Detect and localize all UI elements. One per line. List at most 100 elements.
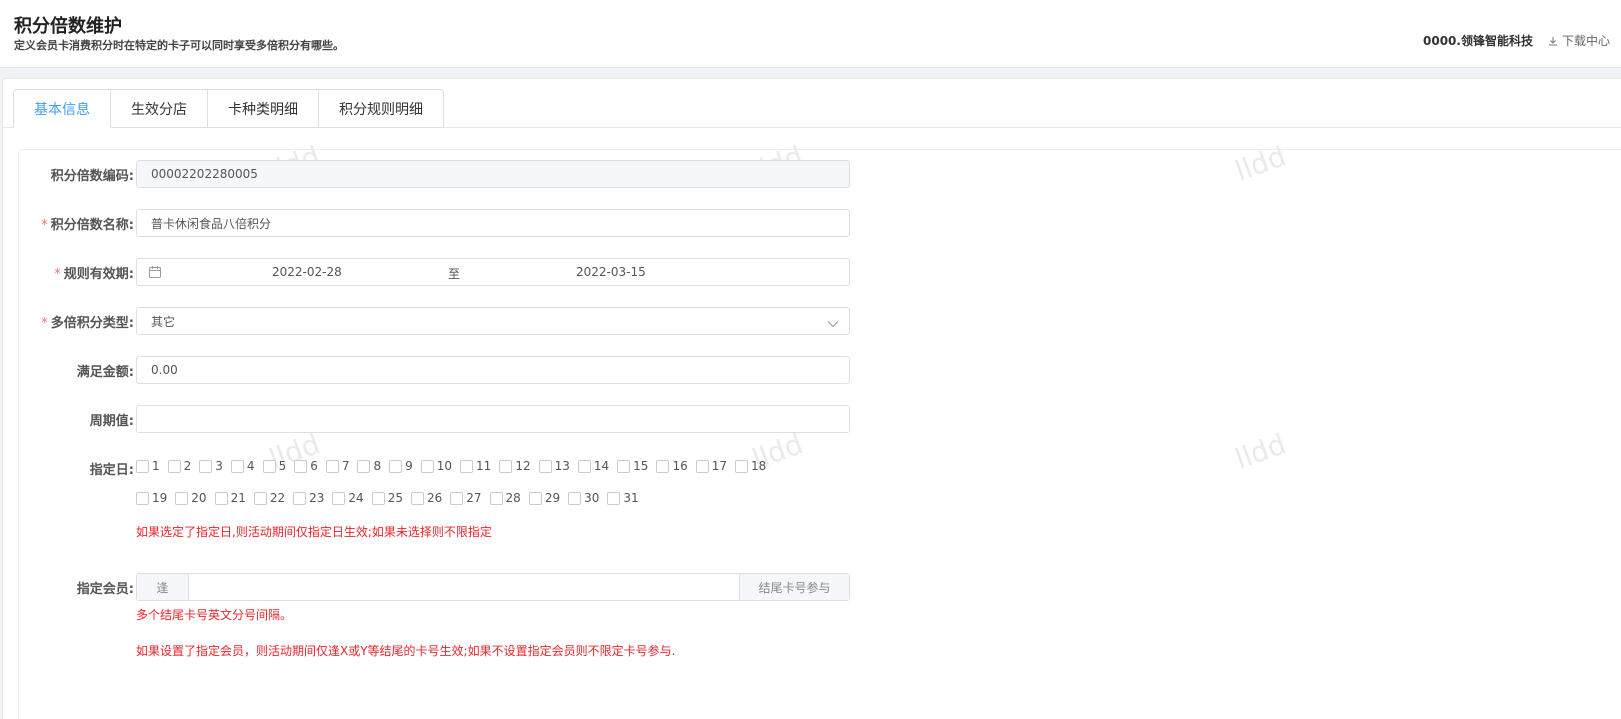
day-checkbox-13[interactable]: 13 xyxy=(538,459,570,473)
day-checkbox-25[interactable]: 25 xyxy=(371,491,403,505)
day-checkbox-14[interactable]: 14 xyxy=(577,459,609,473)
company-name[interactable]: 0000.领锋智能科技 xyxy=(1423,32,1533,49)
days-label: 指定日: xyxy=(89,463,134,478)
checkbox-box[interactable] xyxy=(262,459,276,473)
checkbox-box[interactable] xyxy=(136,459,149,473)
chevron-down-icon xyxy=(827,317,839,331)
checkbox-box[interactable] xyxy=(214,491,228,505)
tab-points-rule-detail[interactable]: 积分规则明细 xyxy=(319,89,444,128)
page-subtitle: 定义会员卡消费积分时在特定的卡子可以同时享受多倍积分有哪些。 xyxy=(14,39,344,52)
day-label: 6 xyxy=(310,459,318,473)
calendar-icon xyxy=(149,266,161,281)
checkbox-box[interactable] xyxy=(332,491,346,505)
checkbox-box[interactable] xyxy=(695,459,709,473)
checkbox-box[interactable] xyxy=(617,459,631,473)
validity-date-range[interactable]: 2022-02-28 至 2022-03-15 xyxy=(136,258,850,286)
download-center-link[interactable]: 下载中心 xyxy=(1548,32,1610,49)
day-checkbox-15[interactable]: 15 xyxy=(617,459,648,473)
day-label: 20 xyxy=(191,491,207,505)
day-checkbox-21[interactable]: 21 xyxy=(214,491,246,505)
checkbox-box[interactable] xyxy=(167,459,181,473)
day-checkbox-11[interactable]: 11 xyxy=(460,459,491,473)
download-center-label: 下载中心 xyxy=(1562,34,1611,48)
tab-basic-info[interactable]: 基本信息 xyxy=(13,89,111,128)
day-checkbox-8[interactable]: 8 xyxy=(357,459,381,473)
day-checkbox-7[interactable]: 7 xyxy=(325,459,350,473)
name-label: * 积分倍数名称: xyxy=(41,218,134,233)
day-checkbox-5[interactable]: 5 xyxy=(262,459,286,473)
day-label: 31 xyxy=(623,491,639,505)
member-hint-2: 如果设置了指定会员，则活动期间仅逢X或Y等结尾的卡号生效;如果不设置指定会员则不… xyxy=(136,644,676,658)
days-row-2: 19 20 21 22 23 24 25 26 27 28 29 30 31 xyxy=(136,491,647,505)
checkbox-box[interactable] xyxy=(294,459,308,473)
checkbox-box[interactable] xyxy=(528,491,542,505)
day-checkbox-24[interactable]: 24 xyxy=(332,491,364,505)
points-type-select[interactable]: 其它 xyxy=(136,307,850,335)
day-label: 15 xyxy=(633,459,649,473)
day-checkbox-12[interactable]: 12 xyxy=(499,459,531,473)
checkbox-box[interactable] xyxy=(230,459,244,473)
checkbox-box[interactable] xyxy=(325,459,339,473)
member-label: 指定会员: xyxy=(76,582,134,597)
checkbox-box[interactable] xyxy=(253,491,267,505)
checkbox-box[interactable] xyxy=(371,491,385,505)
checkbox-box[interactable] xyxy=(607,491,621,505)
checkbox-box[interactable] xyxy=(450,491,464,505)
tab-bar: 基本信息 生效分店 卡种类明细 积分规则明细 xyxy=(13,89,444,128)
day-label: 8 xyxy=(373,459,382,473)
day-checkbox-1[interactable]: 1 xyxy=(136,459,160,473)
day-label: 7 xyxy=(341,459,350,473)
day-checkbox-18[interactable]: 18 xyxy=(735,459,766,473)
checkbox-box[interactable] xyxy=(538,459,552,473)
tab-card-type-detail[interactable]: 卡种类明细 xyxy=(208,89,319,128)
day-checkbox-26[interactable]: 26 xyxy=(410,491,442,505)
checkbox-box[interactable] xyxy=(577,459,591,473)
day-label: 25 xyxy=(387,491,403,505)
checkbox-box[interactable] xyxy=(420,459,434,473)
name-field[interactable]: 普卡休闲食品八倍积分 xyxy=(136,209,850,237)
checkbox-box[interactable] xyxy=(656,459,670,473)
day-checkbox-28[interactable]: 28 xyxy=(489,491,521,505)
code-label: 积分倍数编码: xyxy=(50,169,134,184)
day-checkbox-30[interactable]: 30 xyxy=(568,491,599,505)
day-checkbox-9[interactable]: 9 xyxy=(389,459,413,473)
checkbox-box[interactable] xyxy=(460,459,474,473)
day-checkbox-16[interactable]: 16 xyxy=(656,459,688,473)
day-checkbox-22[interactable]: 22 xyxy=(253,491,285,505)
checkbox-box[interactable] xyxy=(489,491,503,505)
day-checkbox-17[interactable]: 17 xyxy=(695,459,727,473)
day-checkbox-6[interactable]: 6 xyxy=(294,459,318,473)
checkbox-box[interactable] xyxy=(410,491,424,505)
basic-info-form: lldd lldd lldd lldd lldd lldd 积分倍数编码: 00… xyxy=(18,139,1621,719)
checkbox-box[interactable] xyxy=(293,491,307,505)
member-card-suffix-input[interactable] xyxy=(189,574,739,600)
validity-label: * 规则有效期: xyxy=(54,267,134,282)
day-label: 12 xyxy=(515,459,531,473)
day-checkbox-2[interactable]: 2 xyxy=(167,459,191,473)
checkbox-box[interactable] xyxy=(357,459,371,473)
day-checkbox-31[interactable]: 31 xyxy=(607,491,639,505)
code-field[interactable]: 00002202280005 xyxy=(136,160,850,188)
day-checkbox-29[interactable]: 29 xyxy=(528,491,560,505)
period-label: 周期值: xyxy=(89,414,134,429)
checkbox-box[interactable] xyxy=(389,459,403,473)
day-checkbox-20[interactable]: 20 xyxy=(175,491,207,505)
checkbox-box[interactable] xyxy=(199,459,213,473)
day-checkbox-4[interactable]: 4 xyxy=(230,459,255,473)
checkbox-box[interactable] xyxy=(735,459,749,473)
required-mark: * xyxy=(41,316,48,331)
start-date[interactable]: 2022-02-28 xyxy=(272,265,342,279)
checkbox-box[interactable] xyxy=(499,459,513,473)
day-checkbox-23[interactable]: 23 xyxy=(293,491,324,505)
day-checkbox-3[interactable]: 3 xyxy=(199,459,223,473)
day-checkbox-27[interactable]: 27 xyxy=(450,491,482,505)
end-date[interactable]: 2022-03-15 xyxy=(576,265,646,279)
day-checkbox-19[interactable]: 19 xyxy=(136,491,167,505)
checkbox-box[interactable] xyxy=(136,491,149,505)
amount-field[interactable]: 0.00 xyxy=(136,356,850,384)
period-field[interactable] xyxy=(136,405,850,433)
tab-effective-stores[interactable]: 生效分店 xyxy=(111,89,208,128)
day-checkbox-10[interactable]: 10 xyxy=(420,459,452,473)
checkbox-box[interactable] xyxy=(175,491,189,505)
checkbox-box[interactable] xyxy=(568,491,582,505)
